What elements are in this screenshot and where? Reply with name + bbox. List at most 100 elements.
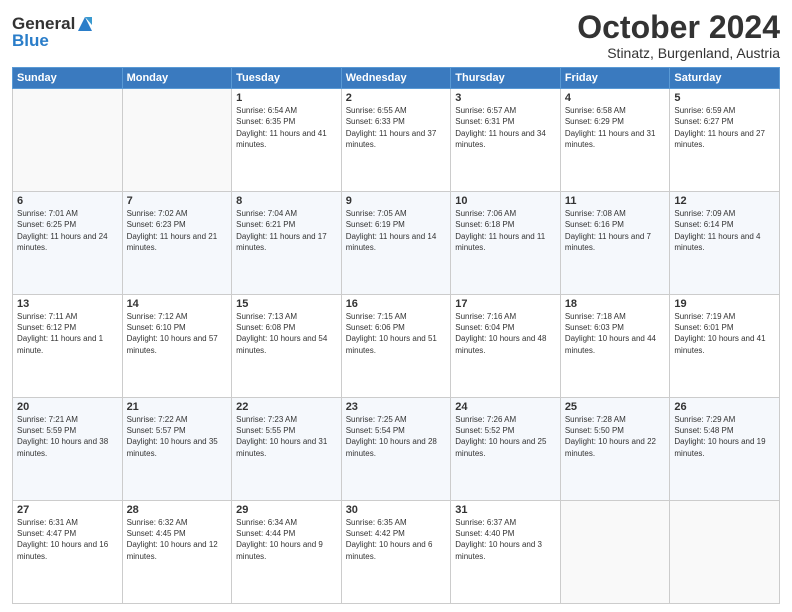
day-info: Sunrise: 6:54 AMSunset: 6:35 PMDaylight:…: [236, 105, 337, 150]
day-number: 3: [455, 92, 556, 104]
day-number: 21: [127, 401, 228, 413]
page: General Blue October 2024 Stinatz, Burge…: [0, 0, 792, 612]
calendar-cell: [13, 89, 123, 192]
day-number: 20: [17, 401, 118, 413]
day-info: Sunrise: 7:13 AMSunset: 6:08 PMDaylight:…: [236, 311, 337, 356]
calendar-cell: 25Sunrise: 7:28 AMSunset: 5:50 PMDayligh…: [560, 398, 670, 501]
calendar-cell: 27Sunrise: 6:31 AMSunset: 4:47 PMDayligh…: [13, 501, 123, 604]
calendar-week-1: 1Sunrise: 6:54 AMSunset: 6:35 PMDaylight…: [13, 89, 780, 192]
day-number: 1: [236, 92, 337, 104]
day-number: 17: [455, 298, 556, 310]
day-info: Sunrise: 7:05 AMSunset: 6:19 PMDaylight:…: [346, 208, 447, 253]
day-header-monday: Monday: [122, 68, 232, 89]
day-header-saturday: Saturday: [670, 68, 780, 89]
day-number: 18: [565, 298, 666, 310]
day-number: 29: [236, 504, 337, 516]
logo-blue-text: Blue: [12, 31, 94, 51]
day-number: 12: [674, 195, 775, 207]
day-number: 25: [565, 401, 666, 413]
day-header-sunday: Sunday: [13, 68, 123, 89]
day-number: 8: [236, 195, 337, 207]
calendar-cell: 30Sunrise: 6:35 AMSunset: 4:42 PMDayligh…: [341, 501, 451, 604]
title-block: October 2024 Stinatz, Burgenland, Austri…: [577, 10, 780, 61]
calendar: SundayMondayTuesdayWednesdayThursdayFrid…: [12, 67, 780, 604]
calendar-cell: 8Sunrise: 7:04 AMSunset: 6:21 PMDaylight…: [232, 192, 342, 295]
month-title: October 2024: [577, 10, 780, 45]
calendar-cell: 3Sunrise: 6:57 AMSunset: 6:31 PMDaylight…: [451, 89, 561, 192]
day-number: 23: [346, 401, 447, 413]
calendar-cell: 16Sunrise: 7:15 AMSunset: 6:06 PMDayligh…: [341, 295, 451, 398]
day-info: Sunrise: 7:08 AMSunset: 6:16 PMDaylight:…: [565, 208, 666, 253]
day-number: 6: [17, 195, 118, 207]
calendar-cell: 20Sunrise: 7:21 AMSunset: 5:59 PMDayligh…: [13, 398, 123, 501]
calendar-cell: 13Sunrise: 7:11 AMSunset: 6:12 PMDayligh…: [13, 295, 123, 398]
calendar-week-2: 6Sunrise: 7:01 AMSunset: 6:25 PMDaylight…: [13, 192, 780, 295]
calendar-cell: 15Sunrise: 7:13 AMSunset: 6:08 PMDayligh…: [232, 295, 342, 398]
calendar-cell: 14Sunrise: 7:12 AMSunset: 6:10 PMDayligh…: [122, 295, 232, 398]
day-number: 31: [455, 504, 556, 516]
calendar-week-4: 20Sunrise: 7:21 AMSunset: 5:59 PMDayligh…: [13, 398, 780, 501]
calendar-cell: 26Sunrise: 7:29 AMSunset: 5:48 PMDayligh…: [670, 398, 780, 501]
day-info: Sunrise: 7:01 AMSunset: 6:25 PMDaylight:…: [17, 208, 118, 253]
day-info: Sunrise: 7:06 AMSunset: 6:18 PMDaylight:…: [455, 208, 556, 253]
day-number: 14: [127, 298, 228, 310]
day-info: Sunrise: 6:35 AMSunset: 4:42 PMDaylight:…: [346, 517, 447, 562]
day-number: 11: [565, 195, 666, 207]
calendar-cell: 17Sunrise: 7:16 AMSunset: 6:04 PMDayligh…: [451, 295, 561, 398]
calendar-cell: 21Sunrise: 7:22 AMSunset: 5:57 PMDayligh…: [122, 398, 232, 501]
day-info: Sunrise: 7:11 AMSunset: 6:12 PMDaylight:…: [17, 311, 118, 356]
day-number: 24: [455, 401, 556, 413]
calendar-week-5: 27Sunrise: 6:31 AMSunset: 4:47 PMDayligh…: [13, 501, 780, 604]
day-number: 7: [127, 195, 228, 207]
day-info: Sunrise: 7:28 AMSunset: 5:50 PMDaylight:…: [565, 414, 666, 459]
calendar-cell: 31Sunrise: 6:37 AMSunset: 4:40 PMDayligh…: [451, 501, 561, 604]
day-number: 9: [346, 195, 447, 207]
day-number: 15: [236, 298, 337, 310]
calendar-cell: 29Sunrise: 6:34 AMSunset: 4:44 PMDayligh…: [232, 501, 342, 604]
calendar-cell: 22Sunrise: 7:23 AMSunset: 5:55 PMDayligh…: [232, 398, 342, 501]
calendar-cell: 11Sunrise: 7:08 AMSunset: 6:16 PMDayligh…: [560, 192, 670, 295]
day-info: Sunrise: 6:55 AMSunset: 6:33 PMDaylight:…: [346, 105, 447, 150]
day-info: Sunrise: 6:59 AMSunset: 6:27 PMDaylight:…: [674, 105, 775, 150]
day-info: Sunrise: 7:02 AMSunset: 6:23 PMDaylight:…: [127, 208, 228, 253]
day-number: 26: [674, 401, 775, 413]
day-header-thursday: Thursday: [451, 68, 561, 89]
location: Stinatz, Burgenland, Austria: [577, 45, 780, 61]
calendar-cell: 4Sunrise: 6:58 AMSunset: 6:29 PMDaylight…: [560, 89, 670, 192]
header: General Blue October 2024 Stinatz, Burge…: [12, 10, 780, 61]
day-info: Sunrise: 7:04 AMSunset: 6:21 PMDaylight:…: [236, 208, 337, 253]
calendar-cell: 18Sunrise: 7:18 AMSunset: 6:03 PMDayligh…: [560, 295, 670, 398]
calendar-cell: 19Sunrise: 7:19 AMSunset: 6:01 PMDayligh…: [670, 295, 780, 398]
calendar-cell: [670, 501, 780, 604]
day-number: 2: [346, 92, 447, 104]
calendar-cell: 1Sunrise: 6:54 AMSunset: 6:35 PMDaylight…: [232, 89, 342, 192]
day-info: Sunrise: 7:29 AMSunset: 5:48 PMDaylight:…: [674, 414, 775, 459]
logo: General Blue: [12, 14, 94, 51]
day-info: Sunrise: 7:18 AMSunset: 6:03 PMDaylight:…: [565, 311, 666, 356]
calendar-cell: 10Sunrise: 7:06 AMSunset: 6:18 PMDayligh…: [451, 192, 561, 295]
day-number: 27: [17, 504, 118, 516]
calendar-cell: 28Sunrise: 6:32 AMSunset: 4:45 PMDayligh…: [122, 501, 232, 604]
day-header-wednesday: Wednesday: [341, 68, 451, 89]
calendar-cell: 24Sunrise: 7:26 AMSunset: 5:52 PMDayligh…: [451, 398, 561, 501]
day-info: Sunrise: 7:25 AMSunset: 5:54 PMDaylight:…: [346, 414, 447, 459]
day-info: Sunrise: 6:31 AMSunset: 4:47 PMDaylight:…: [17, 517, 118, 562]
calendar-cell: [560, 501, 670, 604]
day-number: 28: [127, 504, 228, 516]
day-info: Sunrise: 7:26 AMSunset: 5:52 PMDaylight:…: [455, 414, 556, 459]
day-number: 16: [346, 298, 447, 310]
day-info: Sunrise: 7:15 AMSunset: 6:06 PMDaylight:…: [346, 311, 447, 356]
day-info: Sunrise: 6:34 AMSunset: 4:44 PMDaylight:…: [236, 517, 337, 562]
day-header-friday: Friday: [560, 68, 670, 89]
day-info: Sunrise: 6:32 AMSunset: 4:45 PMDaylight:…: [127, 517, 228, 562]
calendar-cell: 9Sunrise: 7:05 AMSunset: 6:19 PMDaylight…: [341, 192, 451, 295]
day-info: Sunrise: 7:09 AMSunset: 6:14 PMDaylight:…: [674, 208, 775, 253]
day-number: 30: [346, 504, 447, 516]
day-info: Sunrise: 7:21 AMSunset: 5:59 PMDaylight:…: [17, 414, 118, 459]
day-info: Sunrise: 6:37 AMSunset: 4:40 PMDaylight:…: [455, 517, 556, 562]
day-info: Sunrise: 7:19 AMSunset: 6:01 PMDaylight:…: [674, 311, 775, 356]
logo-icon: [76, 15, 94, 33]
day-info: Sunrise: 6:57 AMSunset: 6:31 PMDaylight:…: [455, 105, 556, 150]
day-info: Sunrise: 6:58 AMSunset: 6:29 PMDaylight:…: [565, 105, 666, 150]
calendar-cell: 7Sunrise: 7:02 AMSunset: 6:23 PMDaylight…: [122, 192, 232, 295]
